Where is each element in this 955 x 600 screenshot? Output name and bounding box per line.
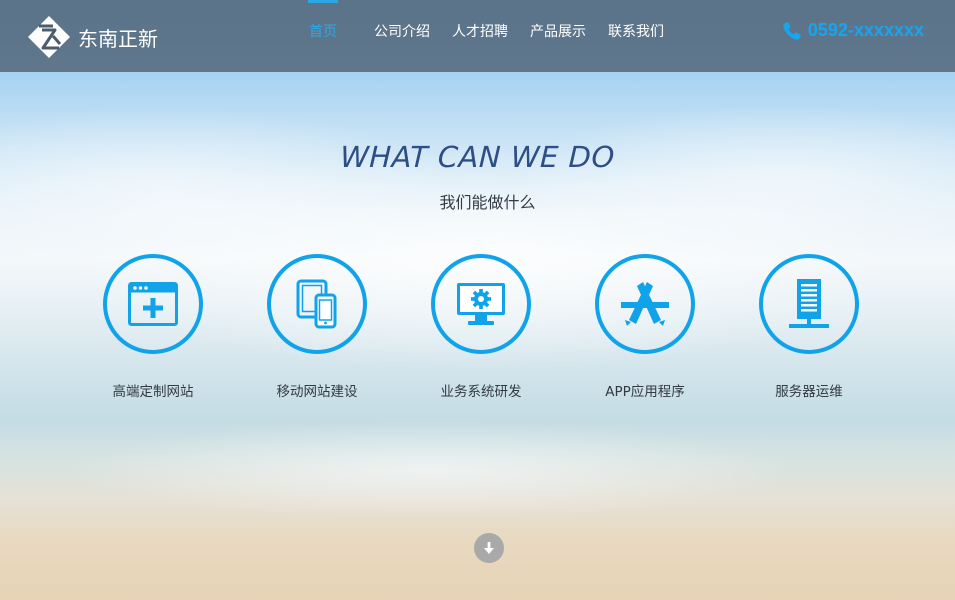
service-app[interactable]: APP应用程序 — [565, 254, 725, 400]
service-custom-website[interactable]: 高端定制网站 — [73, 254, 233, 400]
phone-icon — [782, 21, 802, 41]
service-label: 业务系统研发 — [440, 384, 522, 400]
arrow-down-icon — [484, 542, 494, 554]
service-label: APP应用程序 — [605, 384, 685, 400]
service-circle — [431, 254, 531, 354]
service-mobile-website[interactable]: 移动网站建设 — [237, 254, 397, 400]
service-circle — [759, 254, 859, 354]
scroll-down-button[interactable] — [474, 533, 504, 563]
service-circle — [267, 254, 367, 354]
service-server-ops[interactable]: 服务器运维 — [729, 254, 889, 400]
server-icon — [789, 279, 829, 328]
nav-item-careers[interactable]: 人才招聘 — [441, 0, 519, 66]
services-list: 高端定制网站 移动网站建设 业务系统研发 APP应用程序 服务器运维 — [0, 254, 955, 414]
nav-item-contact[interactable]: 联系我们 — [597, 0, 675, 66]
logo-icon — [26, 14, 72, 60]
monitor-gear-icon — [457, 283, 505, 325]
page-title: WHAT CAN WE DO — [339, 140, 616, 174]
app-store-icon — [621, 282, 669, 326]
page-subtitle: 我们能做什么 — [439, 193, 536, 212]
service-circle — [595, 254, 695, 354]
service-business-system[interactable]: 业务系统研发 — [401, 254, 561, 400]
header: 东南正新 首页 公司介绍 人才招聘 产品展示 联系我们 0592-xxxxxxx — [0, 0, 955, 72]
tablet-phone-icon — [296, 279, 337, 329]
phone-contact[interactable]: 0592-xxxxxxx — [782, 20, 924, 41]
page: 东南正新 首页 公司介绍 人才招聘 产品展示 联系我们 0592-xxxxxxx… — [0, 0, 955, 600]
nav-item-home[interactable]: 首页 — [298, 0, 363, 66]
nav-item-about[interactable]: 公司介绍 — [363, 0, 441, 66]
service-label: 服务器运维 — [775, 384, 843, 400]
browser-add-icon — [128, 282, 178, 326]
service-label: 高端定制网站 — [112, 384, 194, 400]
main-nav: 首页 公司介绍 人才招聘 产品展示 联系我们 — [298, 0, 675, 72]
nav-item-products[interactable]: 产品展示 — [519, 0, 597, 66]
service-label: 移动网站建设 — [276, 384, 358, 400]
phone-number: 0592-xxxxxxx — [807, 20, 924, 40]
logo-text: 东南正新 — [78, 26, 158, 51]
service-circle — [103, 254, 203, 354]
logo[interactable]: 东南正新 — [26, 14, 158, 60]
